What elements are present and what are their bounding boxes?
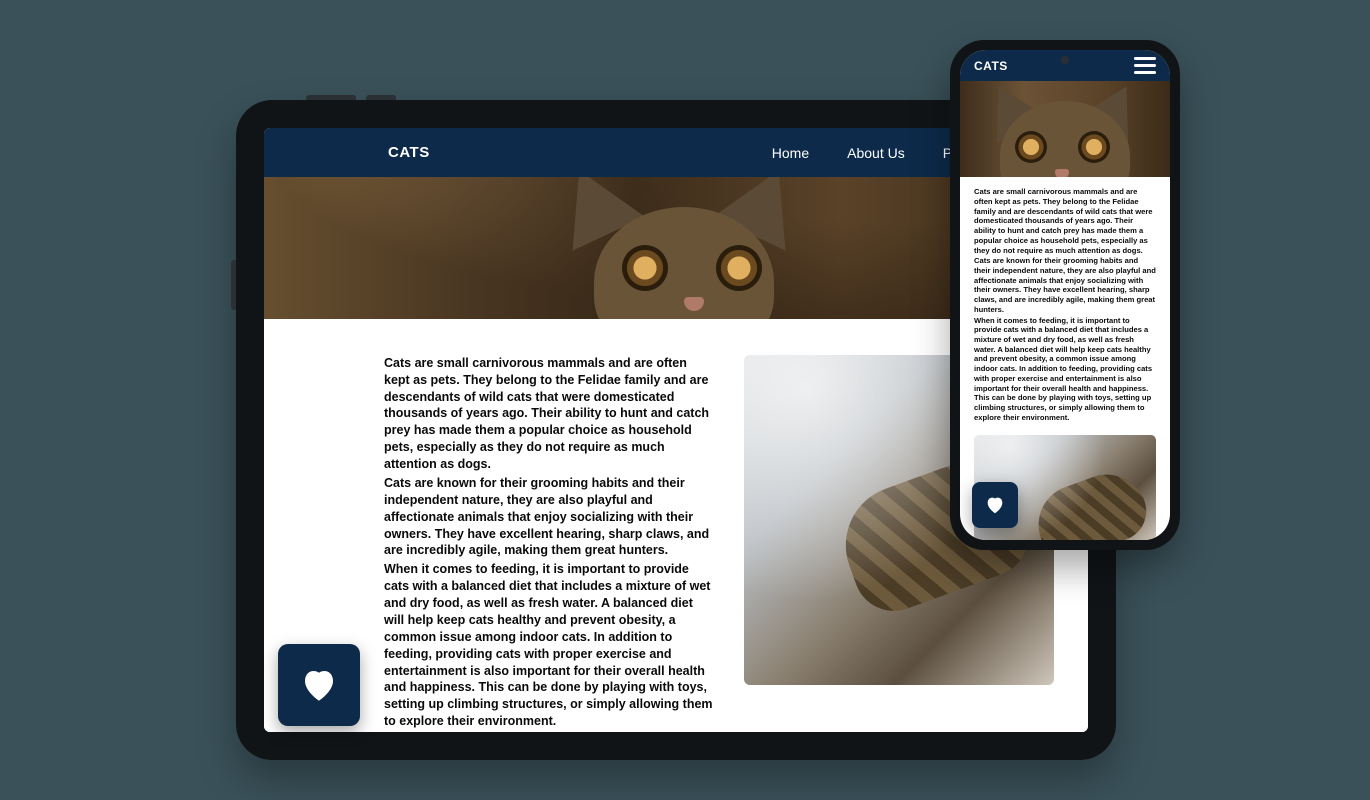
nav-link-about[interactable]: About Us xyxy=(847,145,905,161)
brand-logo[interactable]: CATS xyxy=(388,144,430,161)
phone-camera xyxy=(1061,56,1069,64)
article-p2: Cats are known for their grooming habits… xyxy=(384,475,714,559)
favorite-fab[interactable] xyxy=(972,482,1018,528)
article-p3: When it comes to feeding, it is importan… xyxy=(384,561,714,730)
phone-screen: CATS Cats are small carnivorous mammals … xyxy=(960,50,1170,540)
brand-logo[interactable]: CATS xyxy=(974,59,1008,73)
heart-icon xyxy=(984,494,1006,516)
tablet-top-button xyxy=(366,95,396,100)
nav-link-home[interactable]: Home xyxy=(772,145,809,161)
article-text: Cats are small carnivorous mammals and a… xyxy=(384,355,714,732)
favorite-fab[interactable] xyxy=(278,644,360,726)
tablet-side-button xyxy=(231,260,236,310)
tablet-top-button xyxy=(306,95,356,100)
article-p1: Cats are small carnivorous mammals and a… xyxy=(974,187,1156,255)
heart-icon xyxy=(298,664,340,706)
phone-device: CATS Cats are small carnivorous mammals … xyxy=(950,40,1180,550)
article-p1: Cats are small carnivorous mammals and a… xyxy=(384,355,714,473)
hero-image xyxy=(960,81,1170,177)
article-text: Cats are small carnivorous mammals and a… xyxy=(960,177,1170,429)
article-p3: When it comes to feeding, it is importan… xyxy=(974,316,1156,423)
article-p2: Cats are known for their grooming habits… xyxy=(974,256,1156,314)
hamburger-menu-icon[interactable] xyxy=(1134,57,1156,74)
phone-navbar: CATS xyxy=(960,50,1170,81)
